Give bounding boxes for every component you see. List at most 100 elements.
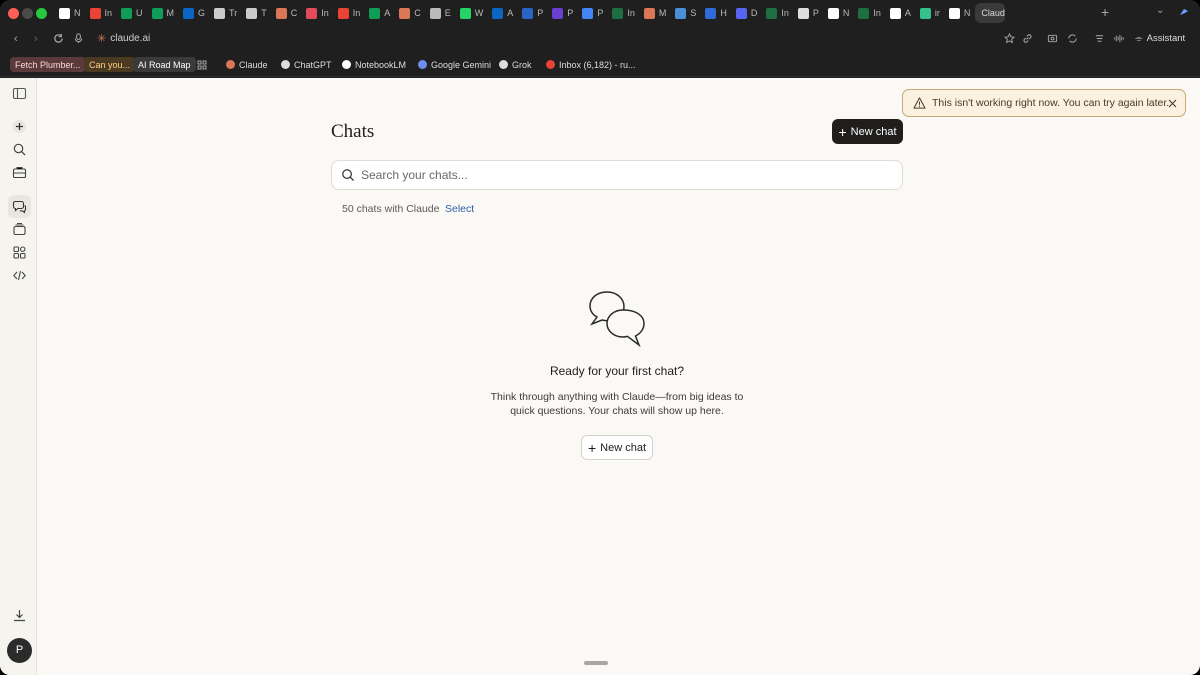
download-icon[interactable] <box>12 608 27 623</box>
forward-icon[interactable]: › <box>34 32 38 46</box>
plus-box-icon <box>889 7 901 19</box>
tab-0[interactable]: N <box>55 3 85 23</box>
tab-label: A <box>904 8 911 18</box>
menu-lines-icon[interactable] <box>1094 33 1105 44</box>
apps-grid-icon[interactable] <box>12 245 27 260</box>
tab-28[interactable]: ir <box>916 3 944 23</box>
audio-wave-icon[interactable] <box>1113 33 1125 44</box>
sidebar-toggle-icon[interactable] <box>12 86 27 101</box>
bookmark-star-icon[interactable] <box>1004 33 1015 44</box>
minimize-window-button[interactable] <box>22 8 33 19</box>
tab-8[interactable]: In <box>302 3 333 23</box>
back-icon[interactable]: ‹ <box>14 32 18 46</box>
tab-16[interactable]: P <box>548 3 577 23</box>
bookmark-label: ChatGPT <box>294 59 332 70</box>
atlassian-icon <box>705 7 717 19</box>
search-input[interactable] <box>361 168 881 182</box>
tab-label: T <box>261 8 267 18</box>
chats-icon[interactable] <box>12 199 27 214</box>
bookmark-2[interactable]: AI Road Map <box>133 57 196 72</box>
bookmark-3[interactable]: Claude <box>226 57 268 72</box>
address-bar[interactable]: ✳ claude.ai <box>97 32 150 45</box>
tab-3[interactable]: M <box>148 3 179 23</box>
openai-icon <box>214 7 226 19</box>
linkedin-icon <box>183 7 195 19</box>
perplexity-icon <box>552 7 564 19</box>
tab-9[interactable]: In <box>334 3 365 23</box>
tab-27[interactable]: A <box>886 3 915 23</box>
avatar[interactable]: P <box>7 638 32 663</box>
claude-icon <box>226 60 235 69</box>
bookmark-label: Claude <box>239 59 268 70</box>
close-icon[interactable] <box>1168 99 1177 108</box>
bookmark-4[interactable]: ChatGPT <box>281 57 332 72</box>
tab-label: In <box>352 8 361 18</box>
scroll-handle[interactable] <box>584 661 608 665</box>
bookmark-7[interactable]: Grok <box>499 57 532 72</box>
claude-page: P Chats + New chat 50 chats with Claude … <box>0 78 1200 675</box>
tab-label: E <box>444 8 451 18</box>
tab-13[interactable]: W <box>456 3 488 23</box>
tab-22[interactable]: D <box>732 3 762 23</box>
sync-icon[interactable] <box>1067 33 1078 44</box>
search-chats-box[interactable] <box>331 160 903 190</box>
assistant-button[interactable]: ⌯ Assistant <box>1135 33 1185 44</box>
tab-30[interactable]: Claud <box>975 3 1006 23</box>
tab-24[interactable]: P <box>794 3 823 23</box>
tab-19[interactable]: M <box>640 3 671 23</box>
tab-18[interactable]: In <box>608 3 639 23</box>
new-tab-button[interactable]: + <box>1101 5 1109 19</box>
tab-21[interactable]: H <box>701 3 731 23</box>
close-window-button[interactable] <box>8 8 19 19</box>
tab-23[interactable]: In <box>762 3 793 23</box>
tab-label: P <box>597 8 604 18</box>
tab-17[interactable]: P <box>578 3 607 23</box>
apps-grid-icon[interactable] <box>197 57 207 72</box>
tab-4[interactable]: G <box>179 3 209 23</box>
tab-menu-chevron-icon[interactable]: ⌄ <box>1156 5 1164 16</box>
tab-10[interactable]: A <box>365 3 394 23</box>
claude-icon <box>275 7 287 19</box>
empty-state-new-chat-button[interactable]: + New chat <box>581 435 653 460</box>
maximize-window-button[interactable] <box>36 8 47 19</box>
new-chat-button[interactable]: + New chat <box>832 119 903 144</box>
select-link[interactable]: Select <box>445 203 474 215</box>
tab-15[interactable]: P <box>518 3 547 23</box>
plus-icon: + <box>838 123 847 140</box>
page-title: Chats <box>331 121 375 142</box>
notebooklm-icon <box>827 7 839 19</box>
code-icon[interactable] <box>12 268 27 283</box>
tab-label: G <box>198 8 206 18</box>
tab-6[interactable]: T <box>242 3 271 23</box>
sidebar: P <box>0 78 37 675</box>
tab-29[interactable]: N <box>945 3 975 23</box>
tab-5[interactable]: Tr <box>210 3 241 23</box>
new-chat-icon[interactable] <box>12 119 27 134</box>
microphone-icon[interactable] <box>74 33 83 44</box>
tab-label: Claud <box>981 8 1005 18</box>
tab-11[interactable]: C <box>395 3 425 23</box>
tab-7[interactable]: C <box>272 3 302 23</box>
artifacts-icon[interactable] <box>12 222 27 237</box>
tab-14[interactable]: A <box>488 3 517 23</box>
bookmark-label: Inbox (6,182) - ru... <box>559 59 636 70</box>
bookmark-6[interactable]: Google Gemini <box>418 57 491 72</box>
tab-2[interactable]: U <box>117 3 147 23</box>
bookmark-0[interactable]: Fetch Plumber... <box>10 57 86 72</box>
link-icon[interactable] <box>1022 33 1033 44</box>
extension-icon[interactable] <box>1178 6 1190 18</box>
bookmark-8[interactable]: Inbox (6,182) - ru... <box>546 57 636 72</box>
tab-20[interactable]: S <box>671 3 700 23</box>
chart-icon <box>675 7 687 19</box>
projects-icon[interactable] <box>12 165 27 180</box>
screenshot-icon[interactable] <box>1047 33 1058 44</box>
tab-26[interactable]: In <box>854 3 885 23</box>
bookmark-5[interactable]: NotebookLM <box>342 57 406 72</box>
tab-12[interactable]: E <box>426 3 455 23</box>
tab-list: N In U M G Tr T C In In A C E W A P P P In M S H D In P N In Air N Cl… <box>55 3 1006 23</box>
tab-1[interactable]: In <box>86 3 117 23</box>
reload-icon[interactable] <box>53 33 64 44</box>
search-icon[interactable] <box>12 142 27 157</box>
bookmark-1[interactable]: Can you... <box>84 57 136 72</box>
tab-25[interactable]: N <box>824 3 854 23</box>
